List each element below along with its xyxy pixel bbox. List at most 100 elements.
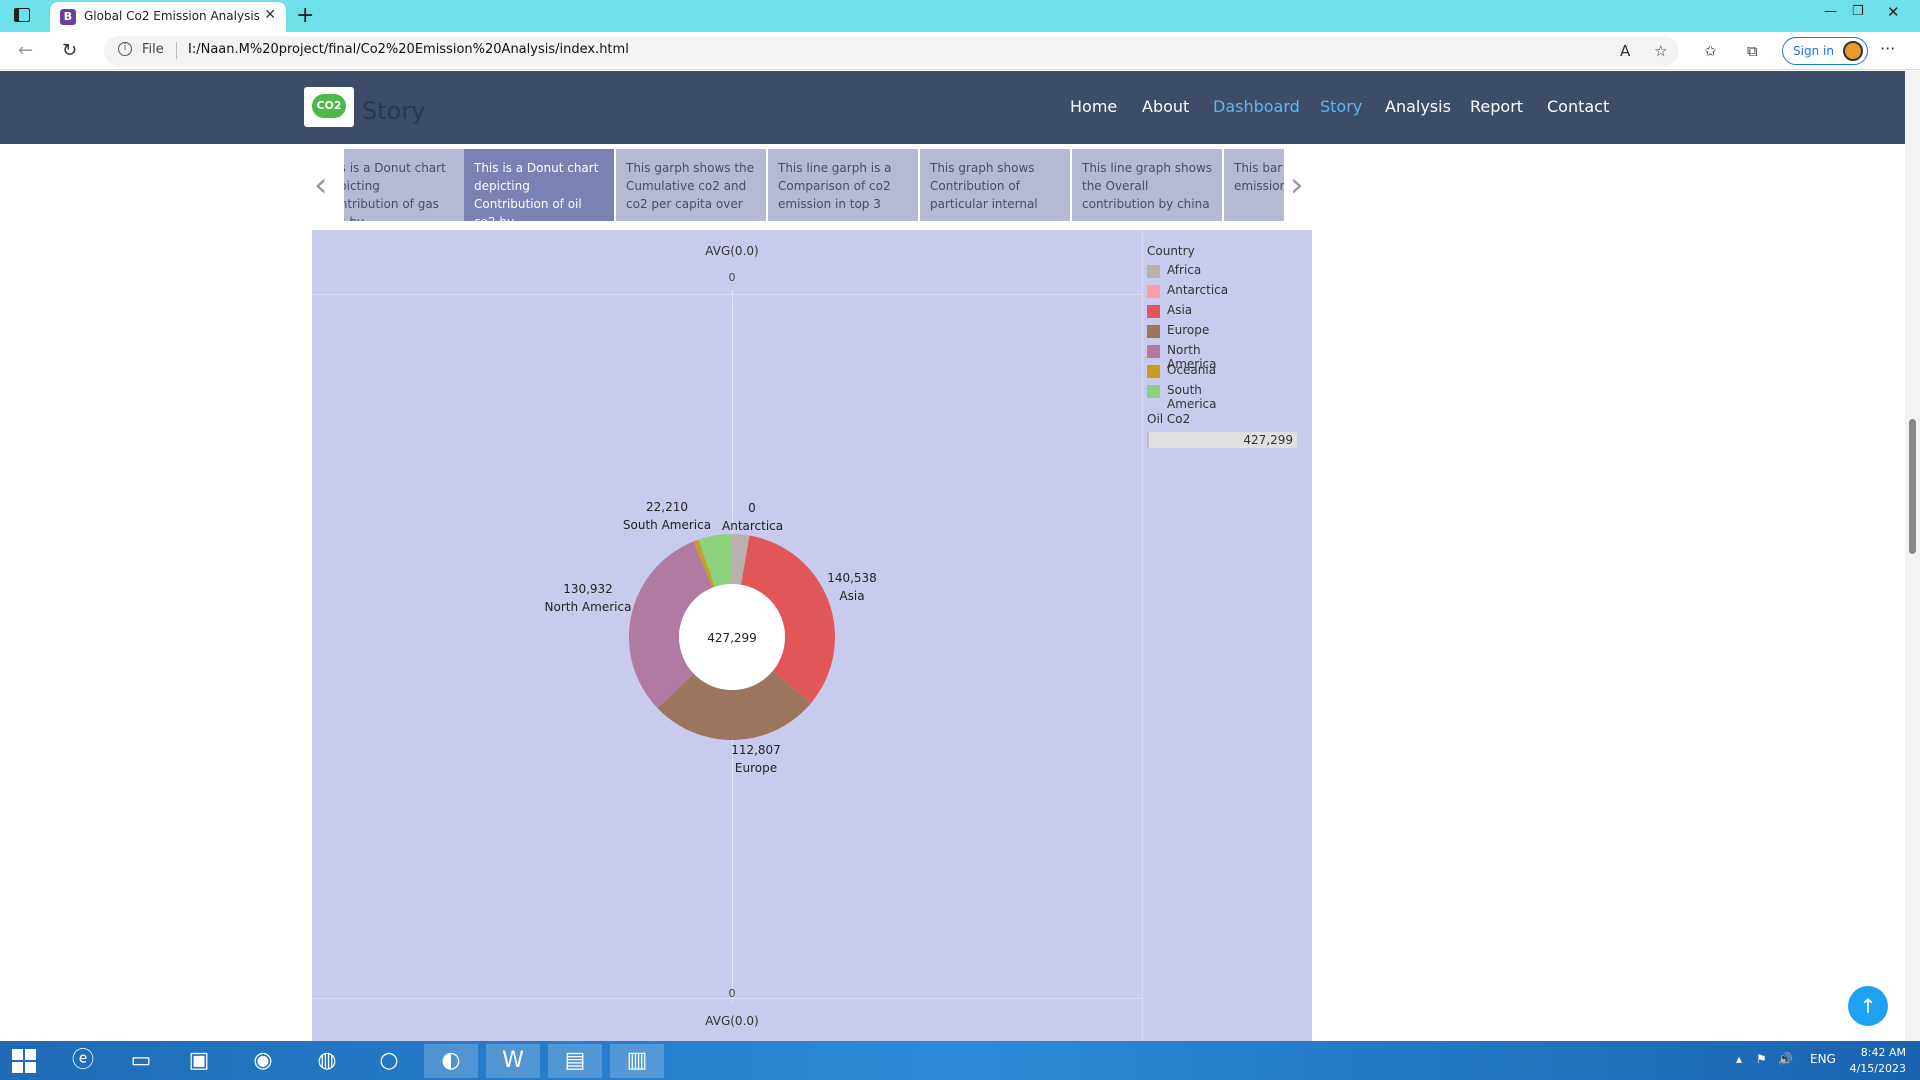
edge-icon[interactable]: ◐ — [424, 1044, 478, 1078]
legend-item[interactable]: Africa — [1147, 262, 1201, 282]
flag-icon[interactable]: ⚑ — [1756, 1052, 1767, 1066]
windows-taskbar: ⓔ ▭ ▣ ◉ ◍ ○ ◐ W ▤ ▥ ▴ ⚑ 🔊 ENG 8:42 AM 4/… — [0, 1041, 1920, 1080]
clock-date: 4/15/2023 — [1849, 1062, 1906, 1075]
legend-item[interactable]: Europe — [1147, 322, 1209, 342]
nav-link-about[interactable]: About — [1142, 97, 1189, 116]
dashboard-panel: AVG(0.0) 0 0 AVG(0.0) 427,299 0 Antarcti… — [312, 230, 1312, 1041]
legend-item[interactable]: North America — [1147, 342, 1217, 371]
firefox-icon[interactable]: ◍ — [300, 1044, 354, 1078]
slice-label-north-america: 130,932 North America — [538, 580, 638, 616]
site-logo[interactable]: CO2 — [304, 87, 354, 127]
nav-link-home[interactable]: Home — [1070, 97, 1117, 116]
story-carousel: ‹ this is a Donut chart depicting Contri… — [310, 149, 1310, 221]
legend-swatch — [1147, 365, 1160, 378]
carousel-card[interactable]: This garph shows the Cumulative co2 and … — [616, 149, 766, 221]
carousel-card[interactable]: This bar graph shows emission — [1224, 149, 1284, 221]
legend-swatch — [1147, 265, 1160, 278]
url-field[interactable]: i File I:/Naan.M%20project/final/Co2%20E… — [104, 36, 1679, 66]
slice-name: North America — [544, 600, 632, 614]
carousel-cards: this is a Donut chart depicting Contribu… — [344, 149, 1284, 221]
nav-link-story[interactable]: Story — [1320, 97, 1362, 116]
back-icon[interactable]: ← — [18, 40, 33, 61]
co2-cloud-icon: CO2 — [312, 94, 346, 118]
page-scrollbar[interactable] — [1905, 71, 1920, 1041]
legend-items: Africa Antarctica Asia Europe North America O… — [1147, 262, 1228, 411]
restore-icon[interactable]: ❐ — [1852, 4, 1864, 19]
site-navbar: CO2 Story Home About Dashboard Story Analysi… — [0, 71, 1905, 144]
legend-item[interactable]: Antarctica — [1147, 282, 1228, 302]
close-window-icon[interactable]: ✕ — [1887, 3, 1900, 21]
slice-name: Europe — [734, 761, 778, 775]
system-clock[interactable]: 8:42 AM 4/15/2023 — [1840, 1045, 1906, 1077]
legend-swatch — [1147, 285, 1160, 298]
legend-label: Antarctica — [1167, 283, 1229, 297]
carousel-card[interactable]: this is a Donut chart depicting Contribu… — [344, 149, 464, 221]
ie-icon[interactable]: ⓔ — [56, 1044, 110, 1078]
url-text[interactable]: I:/Naan.M%20project/final/Co2%20Emission… — [188, 42, 629, 57]
carousel-card[interactable]: This is a Donut chart depicting Contribu… — [464, 149, 614, 221]
slice-label-south-america: 22,210 South America — [617, 498, 717, 534]
clock-time: 8:42 AM — [1860, 1046, 1906, 1059]
slice-name: Antarctica — [722, 519, 784, 533]
carousel-card[interactable]: This graph shows Contribution of particu… — [920, 149, 1070, 221]
file-explorer-icon[interactable]: ▭ — [114, 1044, 168, 1078]
legend-item[interactable]: Oceania — [1147, 362, 1216, 382]
new-tab-icon[interactable]: + — [296, 3, 314, 28]
legend-swatch — [1147, 305, 1160, 318]
legend-label: South America — [1167, 383, 1217, 411]
slice-label-europe: 112,807 Europe — [716, 741, 796, 777]
store-icon[interactable]: ▣ — [172, 1044, 226, 1078]
carousel-prev-icon[interactable]: ‹ — [314, 165, 328, 205]
nav-link-report[interactable]: Report — [1470, 97, 1523, 116]
sign-in-button[interactable]: Sign in — [1782, 37, 1868, 65]
browser-tab-strip: B Global Co2 Emission Analysis ✕ + — ❐ ✕ — [0, 0, 1920, 32]
carousel-next-icon[interactable]: › — [1290, 165, 1304, 205]
sign-in-label: Sign in — [1793, 44, 1834, 58]
chrome-icon[interactable]: ◉ — [236, 1044, 290, 1078]
minimize-icon[interactable]: — — [1824, 4, 1837, 19]
panel-divider — [1142, 230, 1143, 1041]
opera-icon[interactable]: ○ — [362, 1044, 416, 1078]
nav-link-dashboard[interactable]: Dashboard — [1213, 97, 1300, 116]
carousel-card[interactable]: This line garph is a Comparison of co2 e… — [768, 149, 918, 221]
protocol-label: File — [142, 42, 164, 57]
windows-start-icon[interactable] — [12, 1049, 36, 1073]
legend-item[interactable]: South America — [1147, 382, 1217, 411]
tab-title: Global Co2 Emission Analysis — [84, 9, 260, 23]
carousel-card[interactable]: This line graph shows the Overall contri… — [1072, 149, 1222, 221]
slice-value: 22,210 — [646, 500, 688, 514]
tray-arrow-icon[interactable]: ▴ — [1736, 1052, 1742, 1066]
language-indicator[interactable]: ENG — [1810, 1052, 1836, 1066]
photos-icon[interactable]: ▤ — [548, 1044, 602, 1078]
legend-label: Oceania — [1167, 363, 1217, 377]
refresh-icon[interactable]: ↻ — [62, 40, 77, 61]
favorites-icon[interactable]: ✩ — [1704, 42, 1717, 60]
read-aloud-icon[interactable]: A — [1620, 42, 1630, 60]
word-icon[interactable]: W — [486, 1044, 540, 1078]
tab-close-icon[interactable]: ✕ — [264, 7, 276, 23]
slice-label-antarctica: 0 Antarctica — [722, 499, 784, 535]
collections-icon[interactable]: ⧉ — [1747, 42, 1758, 60]
measure-card: Oil Co2 427,299 — [1147, 412, 1297, 448]
add-favorite-icon[interactable]: ☆ — [1654, 42, 1667, 60]
slice-value: 130,932 — [563, 582, 613, 596]
brand-title: Story — [362, 97, 426, 125]
site-favicon-icon: B — [60, 9, 76, 25]
measure-title: Oil Co2 — [1147, 412, 1191, 426]
scrollbar-thumb[interactable] — [1909, 419, 1916, 554]
more-options-icon[interactable]: ··· — [1880, 39, 1895, 58]
legend-item[interactable]: Asia — [1147, 302, 1195, 322]
browser-tab[interactable]: B Global Co2 Emission Analysis ✕ — [50, 2, 286, 32]
slice-label-asia: 140,538 Asia — [812, 569, 892, 605]
legend-title: Country — [1147, 244, 1195, 258]
donut-center-total: 427,299 — [707, 631, 757, 645]
app-icon[interactable]: ▥ — [610, 1044, 664, 1078]
volume-icon[interactable]: 🔊 — [1778, 1052, 1793, 1066]
nav-link-contact[interactable]: Contact — [1547, 97, 1609, 116]
nav-link-analysis[interactable]: Analysis — [1385, 97, 1451, 116]
info-icon[interactable]: i — [118, 42, 132, 56]
scroll-to-top-button[interactable]: ↑ — [1848, 986, 1888, 1026]
tab-actions-icon[interactable] — [14, 8, 30, 22]
country-legend: Country Africa Antarctica Asia Europe North … — [1147, 244, 1228, 411]
address-bar: ← ↻ i File I:/Naan.M%20project/final/Co2… — [0, 32, 1920, 70]
